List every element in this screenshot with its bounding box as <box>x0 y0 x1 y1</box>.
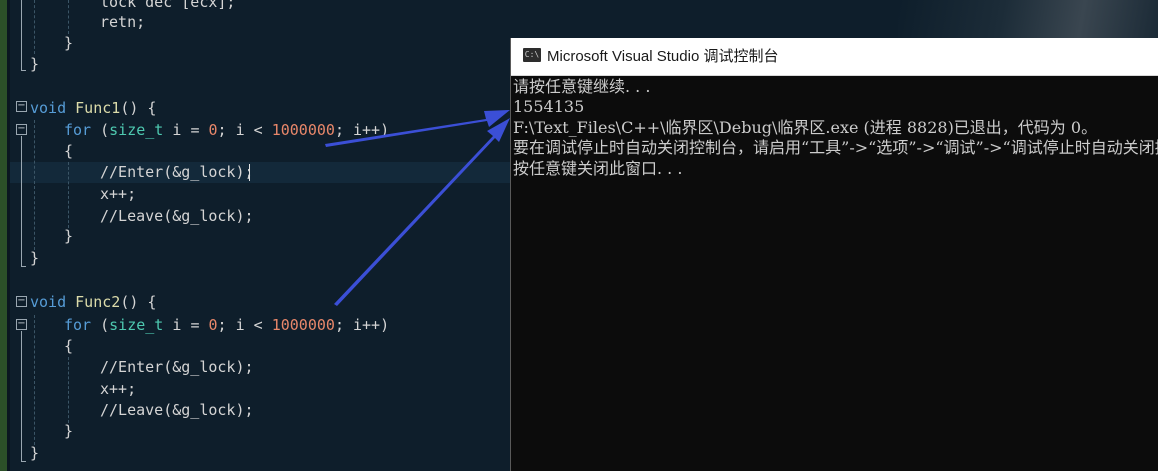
code-line-leave-comment: //Leave(&g_lock); <box>100 400 254 421</box>
number-literal: 1000000 <box>271 121 335 139</box>
code-text: //Leave(&g_lock); <box>100 207 254 225</box>
code-line: { <box>64 141 73 162</box>
keyword: void <box>30 99 67 117</box>
code-text: //Enter(&g_lock); <box>100 358 254 376</box>
fold-region <box>21 331 28 462</box>
console-output[interactable]: 请按任意键继续. . . 1554135 F:\Text_Files\C++\临… <box>511 75 1158 471</box>
console-line: 请按任意键继续. . . <box>513 77 651 96</box>
console-line-result: 1554135 <box>513 97 585 116</box>
change-tracking-margin <box>0 0 7 471</box>
code-text: () { <box>120 99 157 117</box>
keyword: void <box>30 293 67 311</box>
code-text: retn; <box>100 13 146 31</box>
function-name: Func2 <box>75 293 121 311</box>
code-line: } <box>64 226 73 247</box>
code-text: ; i < <box>217 316 272 334</box>
debug-console-window[interactable]: C:\ Microsoft Visual Studio 调试控制台 请按任意键继… <box>510 38 1158 471</box>
console-app-icon: C:\ <box>523 48 541 62</box>
code-line-for-loop: for (size_t i = 0; i < 1000000; i++) <box>64 315 389 336</box>
code-text: () { <box>120 293 157 311</box>
code-line-enter-comment: //Enter(&g_lock); <box>100 357 254 378</box>
code-line: } <box>30 54 39 75</box>
console-line: 要在调试停止时自动关闭控制台，请启用“工具”->“选项”->“调试”->“调试停… <box>513 138 1158 157</box>
current-line-highlight <box>10 162 510 183</box>
code-line: } <box>30 443 39 464</box>
fold-region-end <box>21 70 26 71</box>
fold-region-end <box>21 461 26 462</box>
code-line-leave-comment: //Leave(&g_lock); <box>100 206 254 227</box>
collapse-icon[interactable]: − <box>16 101 27 112</box>
code-line-func2-signature: void Func2() { <box>30 292 156 313</box>
collapse-icon[interactable]: − <box>16 124 27 135</box>
fold-region <box>21 136 28 267</box>
keyword: for <box>64 316 92 334</box>
number-literal: 1000000 <box>271 316 335 334</box>
code-text: lock dec [ecx]; <box>100 0 236 11</box>
collapse-icon[interactable]: − <box>16 296 27 307</box>
console-line: F:\Text_Files\C++\临界区\Debug\临界区.exe (进程 … <box>513 118 1098 137</box>
indent-guide <box>34 315 35 445</box>
fold-region-end <box>21 266 26 267</box>
console-line: 按任意键关闭此窗口. . . <box>513 159 683 178</box>
code-text: //Enter(&g_lock); <box>100 163 254 181</box>
indent-guide <box>68 162 69 228</box>
keyword: for <box>64 121 92 139</box>
code-text: { <box>64 142 74 160</box>
code-text: { <box>64 337 74 355</box>
code-text: x++; <box>100 185 137 203</box>
fold-region <box>21 0 28 70</box>
code-text: ; i < <box>217 121 272 139</box>
text-caret <box>249 164 250 181</box>
code-text: i <box>163 316 191 334</box>
indent-guide <box>68 0 69 34</box>
function-name: Func1 <box>75 99 121 117</box>
code-text: } <box>30 444 40 462</box>
code-line: } <box>64 421 73 442</box>
type-name: size_t <box>109 121 164 139</box>
type-name: size_t <box>109 316 164 334</box>
code-line: } <box>64 33 73 54</box>
code-text: x++; <box>100 380 137 398</box>
editor-margin <box>7 0 10 471</box>
code-line-for-loop: for (size_t i = 0; i < 1000000; i++) <box>64 120 389 141</box>
code-text: } <box>64 34 74 52</box>
code-line-func1-signature: void Func1() { <box>30 98 156 119</box>
code-text: = <box>190 316 209 334</box>
indent-guide <box>34 0 35 54</box>
code-text: ; i++) <box>334 316 390 334</box>
number-literal: 0 <box>208 316 218 334</box>
code-line: retn; <box>100 12 145 33</box>
code-line-enter-comment: //Enter(&g_lock); <box>100 162 254 183</box>
code-text: } <box>64 422 74 440</box>
console-titlebar[interactable]: C:\ Microsoft Visual Studio 调试控制台 <box>511 38 1158 76</box>
code-text: = <box>190 121 209 139</box>
code-text: i <box>163 121 191 139</box>
collapse-icon[interactable]: − <box>16 319 27 330</box>
code-text: ; i++) <box>334 121 390 139</box>
indent-guide <box>68 357 69 423</box>
code-text: ( <box>91 316 110 334</box>
indent-guide <box>34 120 35 250</box>
code-text: } <box>30 55 40 73</box>
window-title: Microsoft Visual Studio 调试控制台 <box>547 48 779 65</box>
code-line: } <box>30 248 39 269</box>
code-text: //Leave(&g_lock); <box>100 401 254 419</box>
code-line-increment: x++; <box>100 184 136 205</box>
code-text: } <box>30 249 40 267</box>
number-literal: 0 <box>208 121 218 139</box>
code-line: { <box>64 336 73 357</box>
code-text: ( <box>91 121 110 139</box>
code-text: } <box>64 227 74 245</box>
code-line-increment: x++; <box>100 379 136 400</box>
background-artwork <box>898 0 1158 40</box>
